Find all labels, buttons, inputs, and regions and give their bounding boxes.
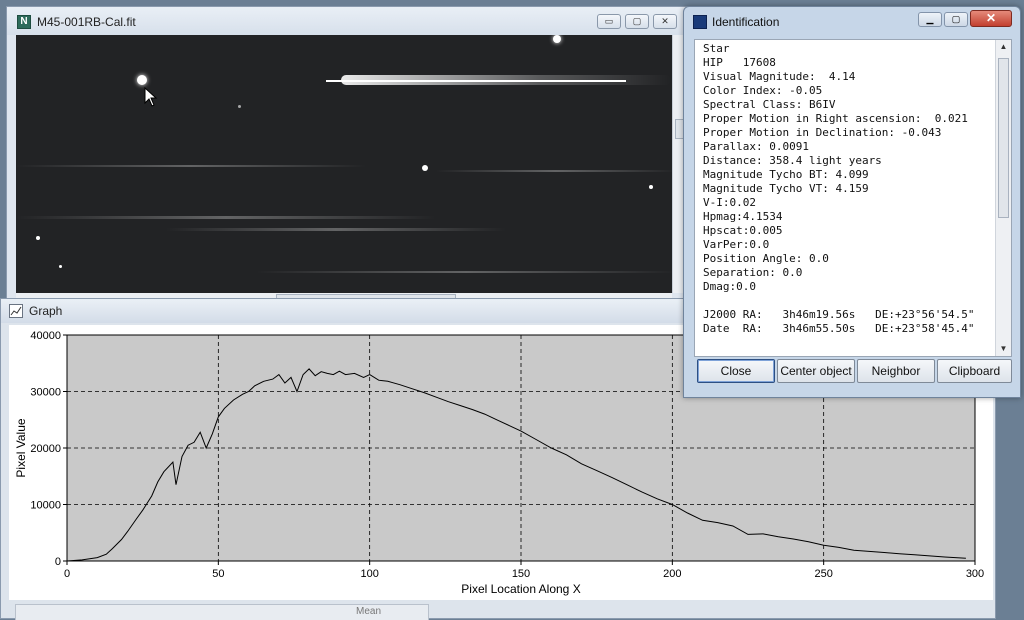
star-trail xyxy=(341,75,671,85)
graph-window-title: Graph xyxy=(29,304,63,318)
identification-line: V-I:0.02 xyxy=(703,196,756,209)
graph-icon xyxy=(9,304,23,318)
identification-line: Star xyxy=(703,42,730,55)
identification-line: Visual Magnitude: 4.14 xyxy=(703,70,856,83)
identification-line: Hpscat:0.005 xyxy=(703,224,783,237)
image-window-title: M45-001RB-Cal.fit xyxy=(37,15,136,29)
identification-line: Position Angle: 0.0 xyxy=(703,252,829,265)
star xyxy=(422,165,428,171)
x-tick-label: 300 xyxy=(966,568,984,580)
identification-dialog: Identification ▁ ▢ ✕ Star HIP 17608 Visual… xyxy=(683,6,1021,398)
x-tick-label: 250 xyxy=(814,568,832,580)
image-window-titlebar[interactable]: N M45-001RB-Cal.fit ▭ ▢ ✕ xyxy=(7,7,691,35)
x-tick-label: 150 xyxy=(512,568,530,580)
identification-buttons: Close Center object Neighbor Clipboard xyxy=(694,359,1012,387)
x-axis-label: Pixel Location Along X xyxy=(461,582,580,596)
restore-button[interactable]: ▢ xyxy=(625,14,649,29)
identification-line: Date RA: 3h46m55.50s DE:+23°58'45.4" xyxy=(703,322,975,335)
identification-title: Identification xyxy=(712,15,780,29)
identification-titlebar[interactable]: Identification ▁ ▢ ✕ xyxy=(684,7,1020,35)
close-dialog-button[interactable]: Close xyxy=(697,359,775,383)
identification-icon xyxy=(693,15,707,29)
identification-line xyxy=(703,294,975,308)
star xyxy=(553,35,561,43)
minimize-button[interactable]: ▁ xyxy=(918,12,942,27)
light-streak xyxy=(16,216,436,219)
identification-line: Proper Motion in Declination: -0.043 xyxy=(703,126,942,139)
identification-scrollbar[interactable]: ▲ ▼ xyxy=(995,40,1011,356)
y-tick-label: 30000 xyxy=(30,387,61,399)
x-tick-label: 50 xyxy=(212,568,224,580)
identification-line: Separation: 0.0 xyxy=(703,266,803,279)
star xyxy=(59,265,62,268)
identification-line: J2000 RA: 3h46m19.56s DE:+23°56'54.5" xyxy=(703,308,975,321)
identification-line: HIP 17608 xyxy=(703,56,776,69)
identification-line: Proper Motion in Right ascension: 0.021 xyxy=(703,112,968,125)
identification-text[interactable]: Star HIP 17608 Visual Magnitude: 4.14 Color… xyxy=(694,39,1012,357)
identification-line: Color Index: -0.05 xyxy=(703,84,823,97)
light-streak xyxy=(256,271,672,273)
mean-option[interactable]: Mean xyxy=(356,606,381,617)
fits-file-icon: N xyxy=(17,15,31,29)
x-tick-label: 200 xyxy=(663,568,681,580)
light-streak xyxy=(166,228,506,231)
image-window: N M45-001RB-Cal.fit ▭ ▢ ✕ xyxy=(6,6,692,304)
identification-line: Parallax: 0.0091 xyxy=(703,140,809,153)
x-tick-label: 100 xyxy=(360,568,378,580)
identification-line: Spectral Class: B6IV xyxy=(703,98,836,111)
identification-line: VarPer:0.0 xyxy=(703,238,770,251)
identification-line: Dmag:0.0 xyxy=(703,280,756,293)
light-streak xyxy=(16,165,366,167)
star xyxy=(137,75,147,85)
clipboard-button[interactable]: Clipboard xyxy=(937,359,1012,383)
minimize-button[interactable]: ▭ xyxy=(597,14,621,29)
x-tick-label: 0 xyxy=(64,568,70,580)
identification-line: Magnitude Tycho BT: 4.099 xyxy=(703,168,869,181)
neighbor-button[interactable]: Neighbor xyxy=(857,359,935,383)
identification-lines: Star HIP 17608 Visual Magnitude: 4.14 Color… xyxy=(703,42,975,336)
identification-line: Distance: 358.4 light years xyxy=(703,154,882,167)
y-tick-label: 20000 xyxy=(30,443,61,455)
light-streak xyxy=(436,170,672,172)
close-button[interactable]: ✕ xyxy=(970,10,1012,27)
star xyxy=(649,185,653,189)
y-tick-label: 10000 xyxy=(30,500,61,512)
close-button[interactable]: ✕ xyxy=(653,14,677,29)
mouse-cursor-icon xyxy=(144,87,158,107)
center-object-button[interactable]: Center object xyxy=(777,359,855,383)
y-tick-label: 40000 xyxy=(30,330,61,342)
star-image[interactable] xyxy=(16,35,672,293)
y-axis-label: Pixel Value xyxy=(14,418,28,477)
graph-controls: Mean xyxy=(15,604,429,620)
star xyxy=(238,105,241,108)
star xyxy=(36,236,40,240)
identification-line: Hpmag:4.1534 xyxy=(703,210,783,223)
maximize-button[interactable]: ▢ xyxy=(944,12,968,27)
identification-line: Magnitude Tycho VT: 4.159 xyxy=(703,182,869,195)
y-tick-label: 0 xyxy=(55,556,61,568)
